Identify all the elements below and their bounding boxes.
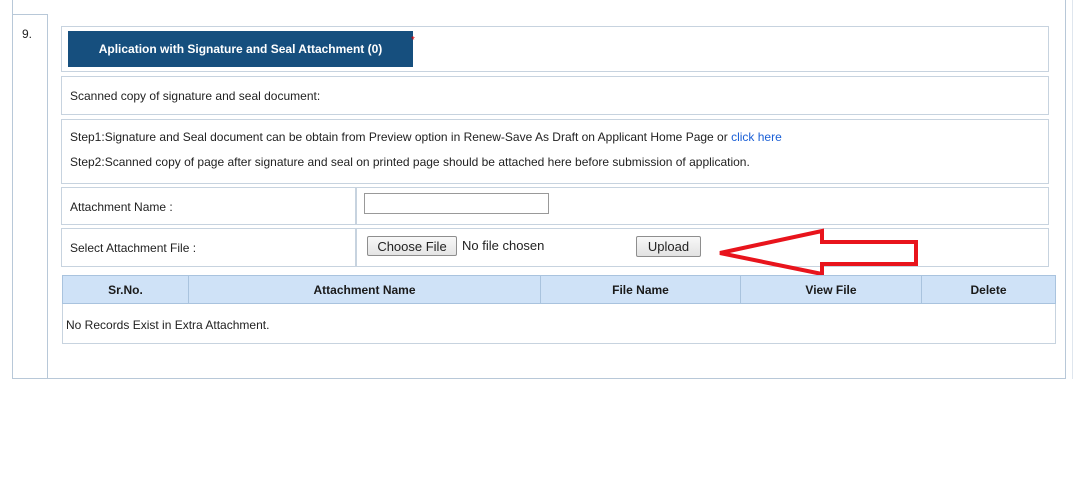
- attachment-name-label: Attachment Name :: [70, 200, 173, 214]
- attachments-table-header: Sr.No. Attachment Name File Name View Fi…: [62, 275, 1056, 304]
- arrow-left-icon: [719, 228, 918, 276]
- no-records-message: No Records Exist in Extra Attachment.: [66, 318, 270, 332]
- click-here-link[interactable]: click here: [731, 130, 782, 144]
- attachment-name-input[interactable]: [364, 193, 549, 214]
- required-marker: *: [411, 35, 415, 46]
- section-number-cell: [12, 14, 48, 379]
- section-number: 9.: [22, 27, 33, 41]
- step1-text: Step1:Signature and Seal document can be…: [70, 130, 732, 144]
- choose-file-button[interactable]: Choose File: [367, 236, 457, 256]
- no-file-chosen-text: No file chosen: [462, 238, 545, 253]
- scanned-copy-label: Scanned copy of signature and seal docum…: [70, 89, 321, 103]
- instructions-row: [61, 119, 1049, 184]
- select-file-input-cell: [356, 228, 1049, 267]
- header-view-file: View File: [740, 276, 921, 303]
- header-delete: Delete: [921, 276, 1055, 303]
- header-file-name: File Name: [540, 276, 740, 303]
- header-sr-no: Sr.No.: [108, 282, 143, 297]
- step2-instruction: Step2:Scanned copy of page after signatu…: [70, 155, 750, 169]
- page-scroll-edge: [1072, 0, 1073, 379]
- header-attachment-name: Attachment Name: [188, 276, 540, 303]
- attachment-section-title-button[interactable]: Aplication with Signature and Seal Attac…: [68, 31, 413, 67]
- step1-instruction: Step1:Signature and Seal document can be…: [70, 130, 782, 144]
- select-attachment-file-label: Select Attachment File :: [70, 241, 197, 255]
- upload-button[interactable]: Upload: [636, 236, 701, 257]
